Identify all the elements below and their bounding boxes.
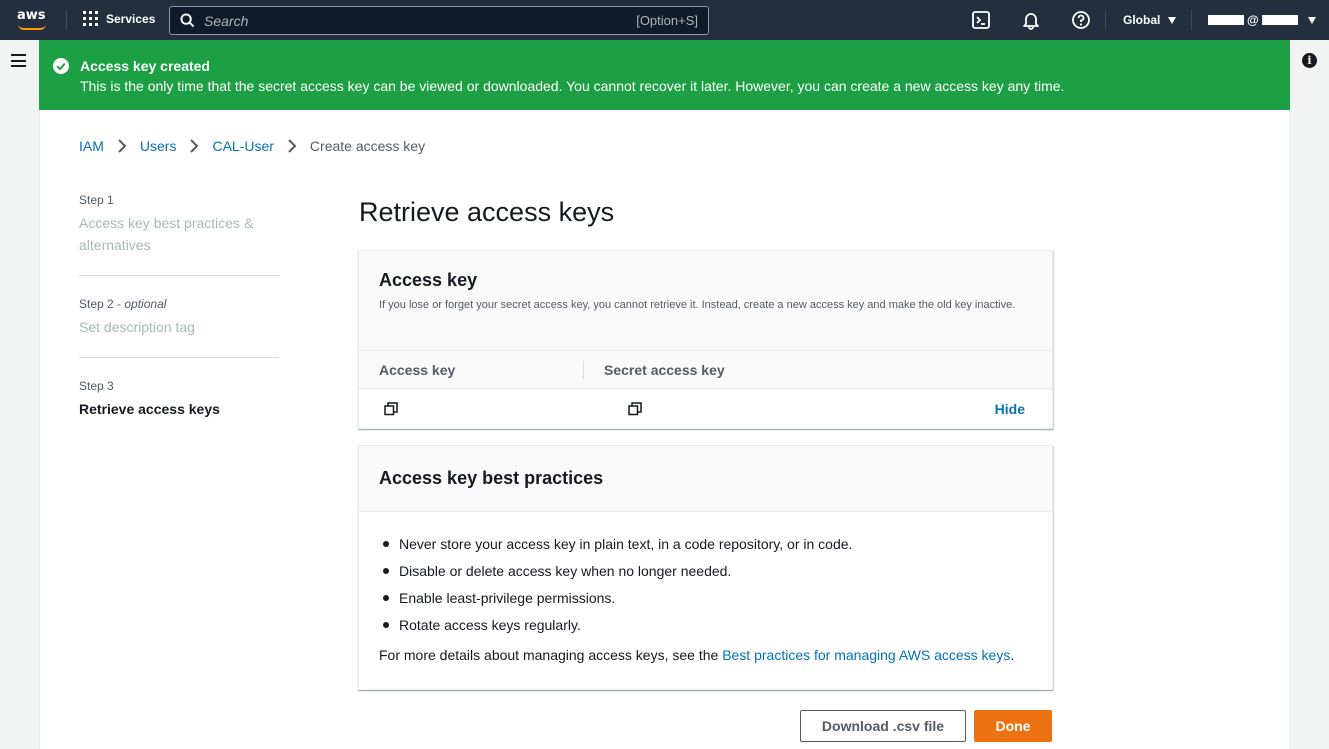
redacted-account-name <box>1208 15 1244 25</box>
nav-divider <box>1191 10 1192 30</box>
nav-divider <box>66 10 67 30</box>
wizard-step-1: Step 1 Access key best practices & alter… <box>79 193 279 276</box>
search-icon <box>180 13 195 28</box>
search-box[interactable]: [Option+S] <box>169 6 709 35</box>
card-description: If you lose or forget your secret access… <box>379 299 1016 311</box>
done-button[interactable]: Done <box>974 710 1052 742</box>
wizard-step-2: Step 2 - optional Set description tag <box>79 297 279 358</box>
list-item: Never store your access key in plain tex… <box>379 535 1032 562</box>
flash-message: This is the only time that the secret ac… <box>80 78 1065 94</box>
wizard-steps: Step 1 Access key best practices & alter… <box>79 193 279 460</box>
breadcrumb-cal-user[interactable]: CAL-User <box>212 138 273 154</box>
breadcrumb-iam[interactable]: IAM <box>79 138 104 154</box>
account-at-sign: @ <box>1247 13 1259 27</box>
caret-down-icon <box>1307 16 1316 24</box>
help-icon[interactable] <box>1071 10 1091 30</box>
wizard-step-3: Step 3 Retrieve access keys <box>79 379 279 439</box>
more-details-text: For more details about managing access k… <box>379 647 1032 663</box>
grid-icon <box>83 11 98 26</box>
best-practices-list: Never store your access key in plain tex… <box>379 535 1032 643</box>
nav-divider <box>1105 10 1106 30</box>
aws-logo-text: aws <box>17 8 46 23</box>
access-key-card-header: Access key If you lose or forget your se… <box>359 251 1052 350</box>
step-title-active: Retrieve access keys <box>79 401 220 417</box>
search-shortcut-hint: [Option+S] <box>636 13 698 28</box>
cloudshell-icon[interactable] <box>971 10 991 30</box>
step-number: Step 2 - optional <box>79 297 279 311</box>
breadcrumb-current: Create access key <box>309 138 426 154</box>
step-title: Access key best practices & alternatives <box>79 215 254 253</box>
list-item: Rotate access keys regularly. <box>379 616 1032 643</box>
key-table-row: Hide <box>359 389 1052 428</box>
flash-title: Access key created <box>80 58 210 74</box>
aws-logo-smile <box>18 24 46 30</box>
chevron-right-icon <box>288 139 297 153</box>
access-key-card: Access key If you lose or forget your se… <box>358 250 1053 429</box>
hide-secret-link[interactable]: Hide <box>995 401 1025 417</box>
step-title: Set description tag <box>79 319 195 335</box>
breadcrumb-users[interactable]: Users <box>140 138 177 154</box>
list-item: Disable or delete access key when no lon… <box>379 562 1032 589</box>
aws-logo[interactable]: aws <box>16 7 50 33</box>
services-label: Services <box>106 11 156 26</box>
breadcrumb: IAM Users CAL-User Create access key <box>79 137 425 155</box>
account-menu[interactable]: @ <box>1208 13 1316 27</box>
copy-access-key-icon[interactable] <box>384 402 398 416</box>
top-navigation: aws Services [Option+S] Global @ <box>0 0 1329 40</box>
redacted-account-id <box>1261 15 1298 25</box>
menu-hamburger-icon[interactable] <box>11 54 26 67</box>
column-header-secret-key: Secret access key <box>604 361 725 378</box>
best-practices-link[interactable]: Best practices for managing AWS access k… <box>722 647 1010 663</box>
copy-secret-key-icon[interactable] <box>628 402 642 416</box>
region-label: Global <box>1123 13 1161 27</box>
key-table-header: Access key Secret access key <box>359 350 1052 389</box>
card-title: Access key <box>379 270 478 290</box>
best-practices-body: Never store your access key in plain tex… <box>359 512 1052 663</box>
step-number: Step 3 <box>79 379 114 393</box>
services-menu-button[interactable]: Services <box>83 11 155 26</box>
more-details-prefix: For more details about managing access k… <box>379 647 723 663</box>
step-optional-label: optional <box>124 297 167 311</box>
step-number-text: Step 2 - <box>79 297 122 311</box>
chevron-right-icon <box>190 139 199 153</box>
chevron-right-icon <box>118 139 127 153</box>
list-item: Enable least-privilege permissions. <box>379 589 1032 616</box>
card-title: Access key best practices <box>379 468 604 488</box>
region-selector[interactable]: Global <box>1123 13 1177 27</box>
caret-down-icon <box>1168 16 1177 24</box>
step-number: Step 1 <box>79 193 114 207</box>
more-details-suffix: . <box>1010 647 1015 663</box>
best-practices-card: Access key best practices Never store yo… <box>358 445 1053 690</box>
success-flashbar: Access key created This is the only time… <box>39 40 1290 110</box>
download-csv-button[interactable]: Download .csv file <box>800 710 966 742</box>
search-input[interactable] <box>204 11 584 31</box>
column-header-access-key: Access key <box>379 361 456 378</box>
notifications-bell-icon[interactable] <box>1021 10 1041 30</box>
success-check-icon <box>53 58 69 74</box>
best-practices-card-header: Access key best practices <box>359 446 1052 512</box>
page-title: Retrieve access keys <box>359 197 615 227</box>
info-panel-icon[interactable]: i <box>1302 53 1317 68</box>
